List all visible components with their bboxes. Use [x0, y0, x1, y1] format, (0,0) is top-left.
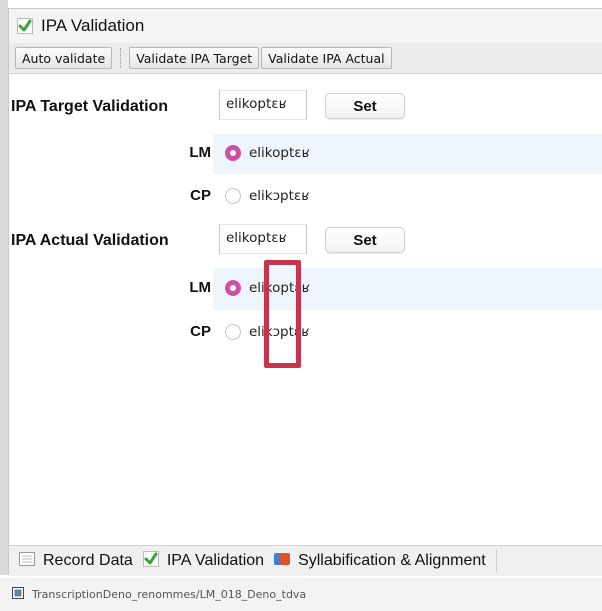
radio-unselected-icon[interactable] [225, 188, 241, 204]
validation-content: IPA Target Validation elikoptɛʁ Set LM e… [9, 73, 602, 546]
syllabification-icon [274, 552, 291, 571]
tab-record-data-label: Record Data [43, 552, 133, 569]
radio-unselected-icon[interactable] [225, 324, 241, 340]
radio-selected-icon[interactable] [225, 280, 241, 296]
target-cp-option[interactable]: elikɔptɛʁ [225, 188, 309, 204]
tab-syllabification-alignment[interactable]: Syllabification & Alignment [274, 552, 486, 571]
target-cp-label: CP [190, 187, 211, 204]
tab-ipa-validation-label: IPA Validation [166, 552, 265, 569]
target-lm-option[interactable]: elikoptɛʁ [225, 145, 310, 161]
bottom-tab-bar: Record Data IPA Validation Syllabificati… [9, 545, 602, 576]
panel-title-bar: IPA Validation [9, 9, 602, 43]
radio-selected-icon[interactable] [225, 145, 241, 161]
document-icon [12, 586, 24, 604]
tab-record-data[interactable]: Record Data [19, 551, 133, 572]
ipa-validation-panel: IPA Validation Auto validate Validate IP… [8, 8, 602, 576]
tab-separator [495, 550, 497, 572]
actual-set-button[interactable]: Set [325, 227, 405, 253]
target-lm-value: elikoptɛʁ [249, 145, 310, 161]
toolbar-separator [120, 48, 122, 68]
record-data-icon [19, 551, 35, 572]
check-icon [142, 550, 159, 572]
status-path: TranscriptionDeno_renommes/LM_018_Deno_t… [32, 588, 307, 601]
left-margin [0, 0, 8, 575]
target-lm-label: LM [189, 144, 211, 161]
check-icon [17, 18, 33, 34]
auto-validate-button[interactable]: Auto validate [15, 47, 113, 69]
panel-title: IPA Validation [41, 16, 145, 35]
annotation-highlight-box [264, 260, 301, 368]
target-set-button[interactable]: Set [325, 93, 405, 119]
ipa-target-validation-label: IPA Target Validation [11, 98, 169, 115]
tab-syllabification-label: Syllabification & Alignment [298, 552, 486, 569]
validate-ipa-actual-button[interactable]: Validate IPA Actual [261, 47, 392, 69]
ipa-actual-validation-label: IPA Actual Validation [11, 232, 169, 249]
target-cp-value: elikɔptɛʁ [249, 188, 310, 204]
tab-ipa-validation[interactable]: IPA Validation [142, 550, 265, 572]
actual-lm-label: LM [189, 279, 211, 296]
status-bar: TranscriptionDeno_renommes/LM_018_Deno_t… [0, 578, 602, 611]
ipa-target-field[interactable]: elikoptɛʁ [219, 90, 307, 120]
actual-cp-label: CP [190, 323, 211, 340]
ipa-actual-field[interactable]: elikoptɛʁ [219, 224, 307, 254]
validate-ipa-target-button[interactable]: Validate IPA Target [129, 47, 260, 69]
toolbar: Auto validate Validate IPA Target Valida… [9, 45, 602, 71]
